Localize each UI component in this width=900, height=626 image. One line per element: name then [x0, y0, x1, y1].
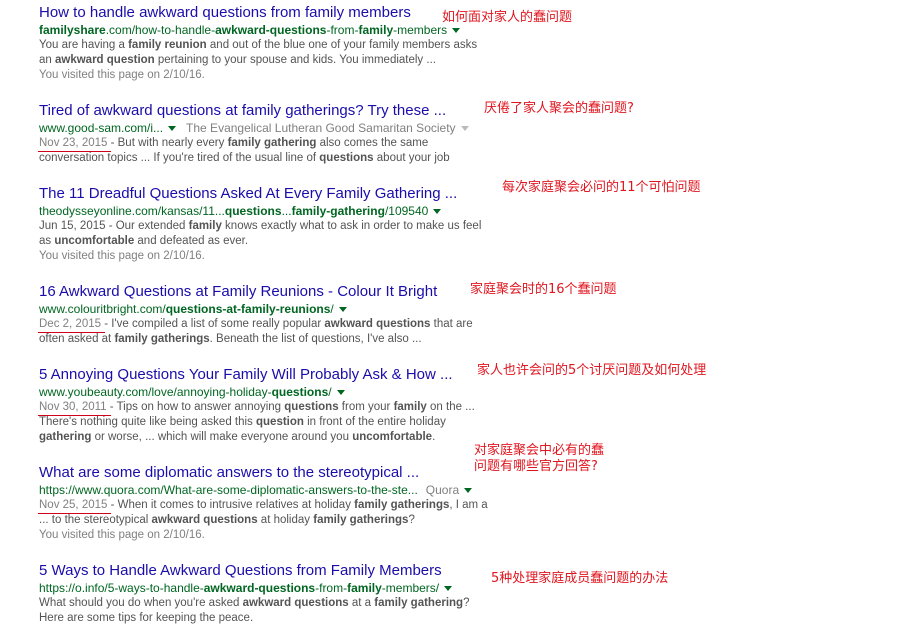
- chevron-down-icon[interactable]: [433, 208, 442, 214]
- annotation-note: 5种处理家庭成员蠢问题的办法: [491, 571, 669, 586]
- result-snippet-line: ... to the stereotypical awkward questio…: [39, 514, 415, 526]
- result-date: Nov 23, 2015: [38, 137, 112, 152]
- visited-note: You visited this page on 2/10/16.: [39, 529, 205, 541]
- visited-note: You visited this page on 2/10/16.: [39, 250, 205, 262]
- result-snippet-line: gathering or worse, ... which will make …: [39, 431, 436, 443]
- url-text: theodysseyonline.com/kansas/11...questio…: [39, 204, 429, 218]
- result-url: www.youbeauty.com/love/annoying-holiday-…: [39, 384, 479, 400]
- result-snippet-line: Nov 25, 2015 - When it comes to intrusiv…: [38, 498, 488, 514]
- result-snippet-line: You are having a family reunion and out …: [39, 39, 478, 51]
- url-text: www.good-sam.com/i...: [39, 121, 164, 135]
- annotation-note: 每次家庭聚会必问的11个可怕问题: [502, 180, 701, 195]
- url-text: www.youbeauty.com/love/annoying-holiday-…: [39, 385, 332, 399]
- result-title-link[interactable]: 5 Ways to Handle Awkward Questions from …: [39, 562, 479, 580]
- result-url: www.colouritbright.com/questions-at-fami…: [39, 301, 479, 317]
- result-snippet-line: Nov 30, 2011 - Tips on how to answer ann…: [38, 400, 479, 416]
- result-title-link[interactable]: What are some diplomatic answers to the …: [39, 464, 479, 482]
- result-snippet-line: an awkward question pertaining to your s…: [39, 54, 436, 66]
- annotation-note: 家庭聚会时的16个蠢问题: [470, 282, 617, 297]
- result-snippet-line: Dec 2, 2015 - I've compiled a list of so…: [38, 317, 479, 333]
- result-snippet-line: There's nothing quite like being asked t…: [39, 416, 446, 428]
- search-result-4: 16 Awkward Questions at Family Reunions …: [38, 283, 479, 347]
- result-url: www.good-sam.com/i... The Evangelical Lu…: [39, 120, 479, 136]
- result-source: Quora: [425, 483, 460, 497]
- result-snippet-line: conversation topics ... If you're tired …: [39, 152, 450, 164]
- result-title-link[interactable]: 16 Awkward Questions at Family Reunions …: [39, 283, 479, 301]
- url-text: https://o.info/5-ways-to-handle-awkward-…: [39, 581, 440, 595]
- result-url: https://o.info/5-ways-to-handle-awkward-…: [39, 580, 479, 596]
- search-result-6: What are some diplomatic answers to the …: [38, 464, 488, 543]
- result-snippet-line: as uncomfortable and defeated as ever.: [39, 235, 249, 247]
- search-result-1: How to handle awkward questions from fam…: [39, 4, 479, 83]
- chevron-down-icon[interactable]: [168, 125, 177, 131]
- result-snippet-line: Here are some tips for keeping the peace…: [39, 612, 254, 624]
- chevron-down-icon[interactable]: [452, 27, 461, 33]
- result-url: https://www.quora.com/What-are-some-dipl…: [39, 482, 479, 498]
- chevron-down-icon[interactable]: [460, 125, 469, 131]
- result-snippet-line: What should you do when you're asked awk…: [39, 597, 470, 609]
- search-result-5: 5 Annoying Questions Your Family Will Pr…: [38, 366, 479, 445]
- result-snippet-line: Nov 23, 2015 - But with nearly every fam…: [38, 136, 479, 152]
- url-text: familyshare.com/how-to-handle-awkward-qu…: [39, 23, 448, 37]
- result-snippet-line: Jun 15, 2015 - Our extended family knows…: [39, 220, 482, 232]
- result-title-link[interactable]: The 11 Dreadful Questions Asked At Every…: [39, 185, 479, 203]
- annotation-note: 厌倦了家人聚会的蠢问题?: [484, 101, 634, 116]
- result-title-link[interactable]: How to handle awkward questions from fam…: [39, 4, 479, 22]
- annotation-note: 如何面对家人的蠢问题: [442, 10, 573, 25]
- annotation-note: 家人也许会问的5个讨厌问题及如何处理: [477, 363, 707, 378]
- chevron-down-icon[interactable]: [444, 585, 453, 591]
- search-result-7: 5 Ways to Handle Awkward Questions from …: [39, 562, 479, 626]
- result-url: familyshare.com/how-to-handle-awkward-qu…: [39, 22, 479, 38]
- annotation-note: 对家庭聚会中必有的蠢问题有哪些官方回答?: [474, 443, 605, 474]
- chevron-down-icon[interactable]: [464, 487, 473, 493]
- visited-note: You visited this page on 2/10/16.: [39, 69, 205, 81]
- url-text: https://www.quora.com/What-are-some-dipl…: [39, 483, 418, 497]
- result-date: Nov 25, 2015: [38, 499, 112, 514]
- search-result-3: The 11 Dreadful Questions Asked At Every…: [39, 185, 482, 264]
- chevron-down-icon[interactable]: [336, 389, 345, 395]
- search-result-2: Tired of awkward questions at family gat…: [38, 102, 479, 166]
- result-url: theodysseyonline.com/kansas/11...questio…: [39, 203, 479, 219]
- result-source: The Evangelical Lutheran Good Samaritan …: [186, 121, 456, 135]
- chevron-down-icon[interactable]: [338, 306, 347, 312]
- result-date: Dec 2, 2015: [38, 318, 106, 333]
- result-title-link[interactable]: Tired of awkward questions at family gat…: [39, 102, 479, 120]
- result-date: Nov 30, 2011: [38, 401, 111, 416]
- result-title-link[interactable]: 5 Annoying Questions Your Family Will Pr…: [39, 366, 479, 384]
- url-text: www.colouritbright.com/questions-at-fami…: [39, 302, 334, 316]
- result-snippet-line: often asked at family gatherings. Beneat…: [39, 333, 422, 345]
